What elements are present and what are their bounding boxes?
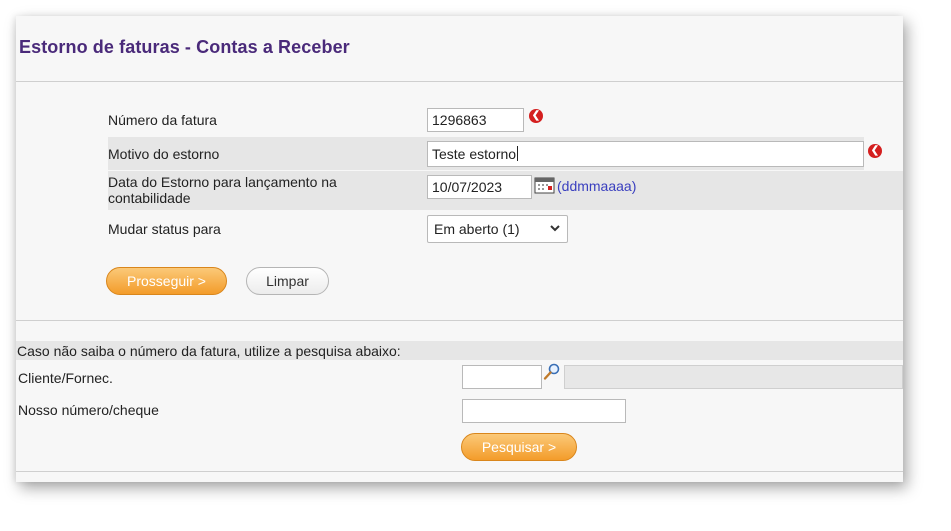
invoice-number-label: Número da fatura <box>108 112 217 128</box>
date-label: Data do Estorno para lançamento na conta… <box>108 174 337 206</box>
reason-input[interactable]: Teste estorno <box>427 141 864 167</box>
client-label: Cliente/Fornec. <box>18 370 113 386</box>
invoice-number-input[interactable]: 1296863 <box>427 108 524 132</box>
text-cursor <box>517 146 519 161</box>
title-divider <box>16 81 903 82</box>
calendar-icon[interactable] <box>534 176 556 194</box>
bottom-divider <box>16 471 903 472</box>
page-title: Estorno de faturas - Contas a Receber <box>19 37 350 57</box>
client-code-input[interactable] <box>462 365 542 389</box>
search-button[interactable]: Pesquisar > <box>461 433 577 461</box>
required-icon: ❮ <box>868 144 882 158</box>
status-selected-value: Em aberto (1) <box>434 221 520 237</box>
client-name-field <box>564 365 903 389</box>
section-divider <box>16 320 903 321</box>
status-select[interactable]: Em aberto (1) <box>427 215 568 243</box>
reason-input-value: Teste estorno <box>432 146 517 162</box>
proceed-button[interactable]: Prosseguir > <box>106 267 227 295</box>
status-label: Mudar status para <box>108 221 221 237</box>
search-instruction: Caso não saiba o número da fatura, utili… <box>17 343 401 359</box>
chevron-down-icon <box>550 225 560 232</box>
our-number-label: Nosso número/cheque <box>18 402 159 418</box>
date-input[interactable]: 10/07/2023 <box>427 175 532 199</box>
date-format-hint: (ddmmaaaa) <box>557 178 637 194</box>
clear-button[interactable]: Limpar <box>246 267 329 295</box>
our-number-input[interactable] <box>462 399 626 423</box>
search-icon[interactable] <box>543 363 561 381</box>
reason-label: Motivo do estorno <box>108 146 220 162</box>
reversal-panel: Estorno de faturas - Contas a Receber Nú… <box>16 16 903 482</box>
required-icon: ❮ <box>529 109 543 123</box>
